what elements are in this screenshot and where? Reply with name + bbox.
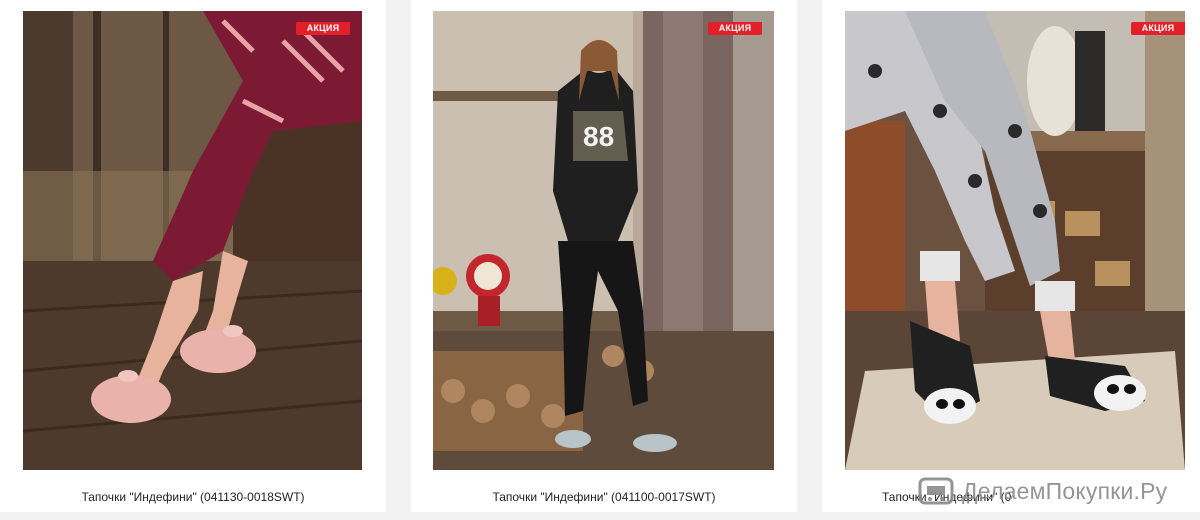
product-image[interactable]: АКЦИЯ — [23, 11, 362, 470]
product-grid: АКЦИЯ Тапочки "Индефини" (041130-0018SWT… — [0, 0, 1200, 520]
watermark: ДелаемПокупки.Ру — [918, 474, 1200, 508]
watermark-text: ДелаемПокупки.Ру — [962, 477, 1168, 504]
product-card[interactable]: АКЦИЯ Тапочки "Индефини" (041130-0018SWT… — [0, 0, 386, 512]
sale-badge: АКЦИЯ — [1131, 22, 1185, 35]
sale-badge: АКЦИЯ — [708, 22, 762, 35]
product-title[interactable]: Тапочки "Индефини" (041130-0018SWT) — [0, 490, 386, 504]
product-card[interactable]: АКЦИЯ Тапочки "Индефини" (041130-0016SWT… — [822, 0, 1200, 512]
product-image[interactable]: 88 АКЦИЯ — [433, 11, 774, 470]
product-title[interactable]: Тапочки "Индефини" (041100-0017SWT) — [411, 490, 797, 504]
product-card[interactable]: 88 АКЦИЯ Тапочки "Индефини" (041100-0017… — [411, 0, 797, 512]
svg-text:88: 88 — [583, 121, 614, 152]
product-image[interactable]: АКЦИЯ — [845, 11, 1185, 470]
cart-logo-icon — [918, 477, 954, 505]
sale-badge: АКЦИЯ — [296, 22, 350, 35]
